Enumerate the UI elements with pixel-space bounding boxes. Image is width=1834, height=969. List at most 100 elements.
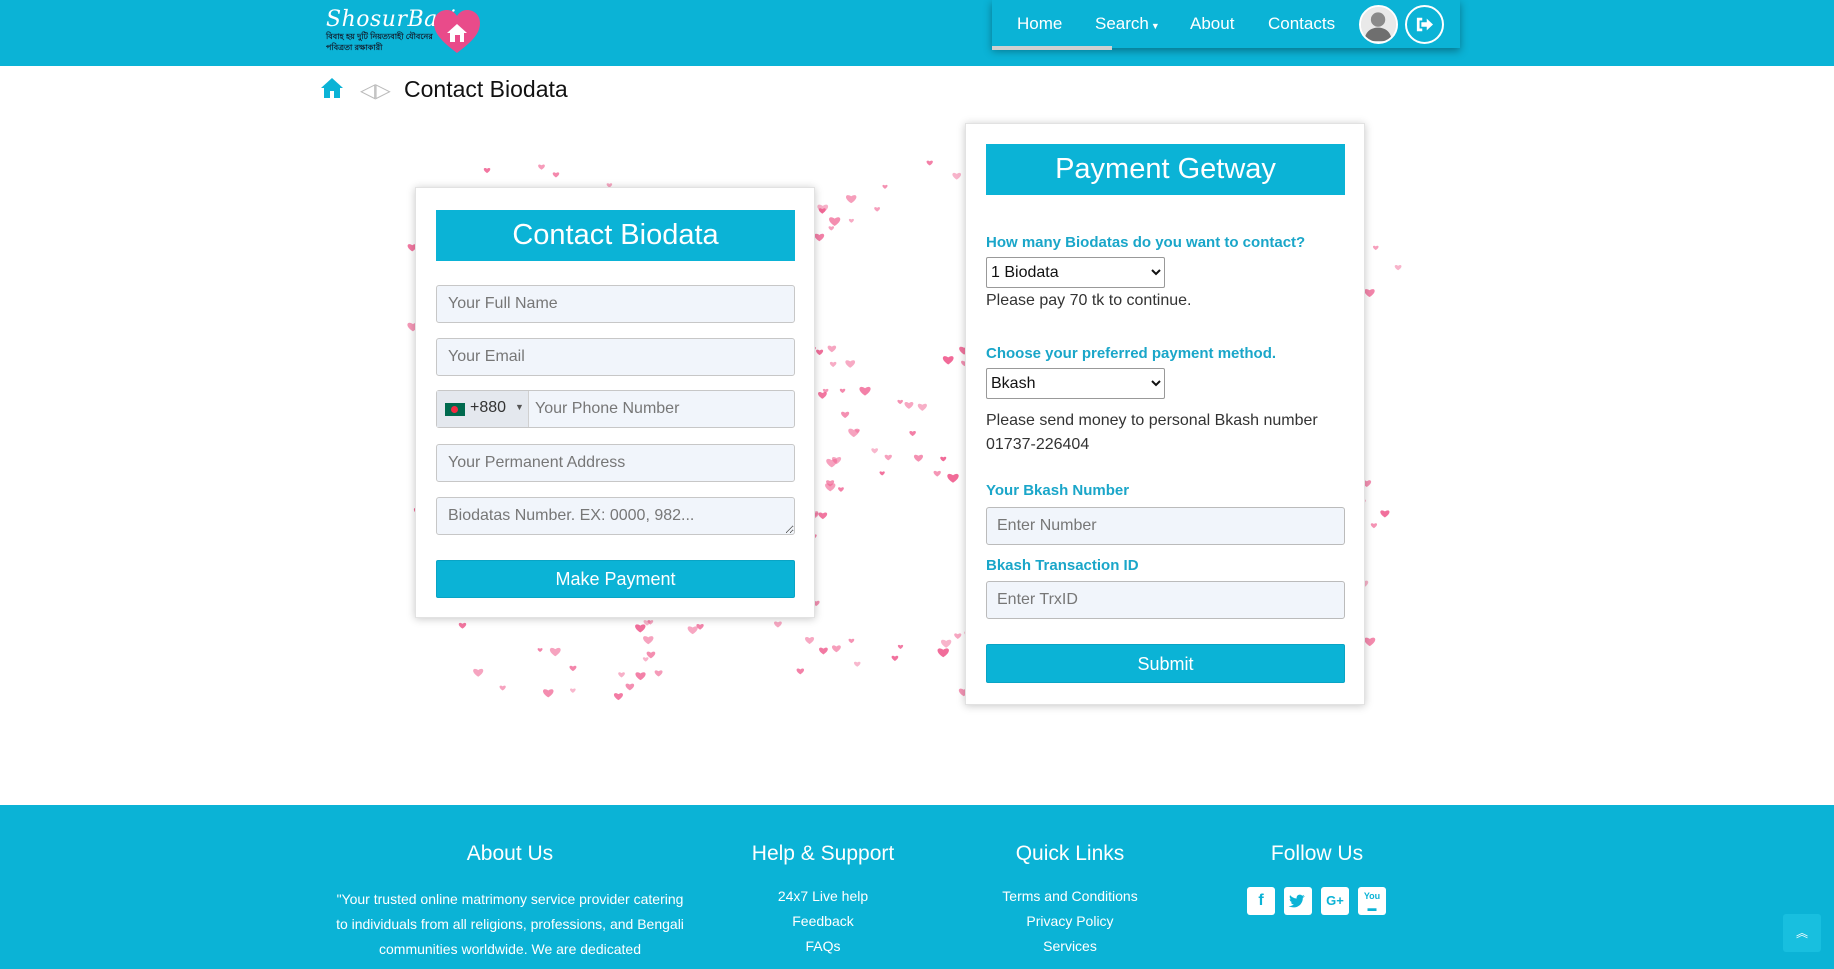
nav-about[interactable]: About	[1190, 14, 1234, 34]
submit-button[interactable]: Submit	[986, 644, 1345, 683]
heart-shape	[687, 626, 698, 635]
transaction-id-input[interactable]	[986, 581, 1345, 619]
heart-shape	[882, 184, 888, 189]
footer-link-live-help[interactable]: 24x7 Live help	[723, 888, 923, 904]
heart-shape	[817, 204, 829, 213]
heart-shape	[805, 637, 815, 645]
heart-shape	[859, 386, 871, 396]
bkash-number-label: Your Bkash Number	[986, 482, 1130, 499]
nav-search-label: Search	[1095, 14, 1149, 33]
payment-method-label: Choose your preferred payment method.	[986, 345, 1277, 362]
heart-shape	[543, 689, 554, 698]
heart-shape	[654, 670, 663, 677]
youtube-icon[interactable]: You ▬	[1358, 887, 1386, 915]
heart-shape	[829, 217, 841, 226]
transaction-id-label: Bkash Transaction ID	[986, 557, 1139, 574]
footer-link-faqs[interactable]: FAQs	[723, 938, 923, 954]
heart-shape	[909, 431, 916, 437]
twitter-bird-shape	[1288, 894, 1305, 908]
biodata-count-select[interactable]: 1 Biodata	[986, 257, 1165, 288]
footer-link-services[interactable]: Services	[970, 938, 1170, 954]
top-navbar: ShosurBari বিবাহ হয় দুটি নিয়ত্যবাহী যৌ…	[0, 0, 1834, 66]
heart-shape	[940, 639, 952, 648]
heart-shape	[839, 388, 846, 393]
payment-method-select[interactable]: Bkash	[986, 368, 1165, 399]
heart-shape	[884, 454, 892, 461]
logout-button[interactable]	[1405, 5, 1444, 44]
heart-shape	[538, 164, 545, 170]
heart-shape	[1394, 265, 1402, 271]
bkash-number-input[interactable]	[986, 507, 1345, 545]
heart-shape	[845, 195, 857, 204]
phone-input[interactable]	[530, 391, 792, 427]
heart-shape	[827, 345, 837, 353]
heart-shape	[774, 621, 782, 628]
brand-logo[interactable]: ShosurBari বিবাহ হয় দুটি নিয়ত্যবাহী যৌ…	[326, 5, 481, 60]
heart-shape	[933, 470, 941, 477]
footer-about-text: "Your trusted online matrimony service p…	[336, 891, 684, 957]
heart-shape	[552, 172, 560, 178]
twitter-icon[interactable]	[1284, 887, 1312, 915]
nav-contacts[interactable]: Contacts	[1268, 14, 1335, 34]
heart-shape	[613, 693, 623, 701]
heart-shape	[871, 448, 879, 454]
heart-shape	[618, 672, 625, 678]
heart-shape	[828, 226, 835, 231]
scroll-to-top-button[interactable]: ︽	[1783, 914, 1821, 952]
heart-shape	[848, 638, 855, 644]
heart-shape	[954, 633, 962, 639]
heart-shape	[818, 512, 828, 520]
caret-down-icon: ▼	[515, 402, 524, 412]
heart-shape	[926, 160, 933, 166]
heart-shape	[940, 456, 947, 462]
footer-about-title: About Us	[466, 842, 554, 865]
payment-card-title: Payment Getway	[986, 144, 1345, 195]
phone-field: +880 ▼	[436, 390, 795, 428]
heart-house-icon	[434, 10, 480, 53]
main-nav: Home Search ▼ About Contacts	[992, 0, 1460, 50]
heart-shape	[458, 622, 467, 629]
bkash-instruction: Please send money to personal Bkash numb…	[986, 412, 1318, 453]
address-input[interactable]	[436, 444, 795, 482]
user-avatar[interactable]	[1359, 5, 1398, 44]
contact-card-title: Contact Biodata	[436, 210, 795, 261]
home-icon[interactable]	[320, 77, 344, 99]
heart-shape	[917, 403, 927, 411]
heart-shape	[845, 360, 856, 368]
heart-shape	[816, 349, 824, 356]
heart-shape	[947, 473, 959, 483]
email-input[interactable]	[436, 338, 795, 376]
heart-shape	[635, 672, 646, 681]
nav-search[interactable]: Search ▼	[1095, 14, 1160, 34]
country-code-dropdown[interactable]: +880 ▼	[437, 391, 529, 427]
footer-help-title: Help & Support	[751, 842, 895, 865]
heart-shape	[937, 648, 949, 658]
caret-down-icon: ▼	[1150, 21, 1160, 31]
active-nav-indicator	[992, 46, 1112, 50]
footer-link-feedback[interactable]: Feedback	[723, 913, 923, 929]
site-footer: About Us "Your trusted online matrimony …	[0, 805, 1834, 969]
biodata-numbers-textarea[interactable]	[436, 497, 795, 535]
footer-link-privacy[interactable]: Privacy Policy	[970, 913, 1170, 929]
google-plus-icon[interactable]: G+	[1321, 887, 1349, 915]
heart-shape	[819, 647, 828, 655]
heart-shape	[879, 471, 885, 476]
nav-home[interactable]: Home	[1017, 14, 1062, 34]
contact-biodata-card: Contact Biodata +880 ▼ Make Payment	[415, 187, 815, 618]
heart-shape	[891, 655, 899, 661]
make-payment-button[interactable]: Make Payment	[436, 560, 795, 598]
full-name-input[interactable]	[436, 285, 795, 323]
user-icon	[1361, 7, 1396, 42]
heart-shape	[537, 648, 543, 653]
heart-shape	[635, 624, 646, 633]
heart-shape	[549, 647, 561, 657]
heart-shape	[473, 668, 484, 677]
heart-shape	[569, 665, 577, 672]
dial-code: +880	[470, 399, 507, 416]
footer-link-terms[interactable]: Terms and Conditions	[970, 888, 1170, 904]
facebook-icon[interactable]: f	[1247, 887, 1275, 915]
heart-shape	[1370, 523, 1378, 529]
heart-shape	[796, 668, 805, 675]
heart-shape	[818, 391, 827, 399]
heart-shape	[952, 172, 962, 180]
